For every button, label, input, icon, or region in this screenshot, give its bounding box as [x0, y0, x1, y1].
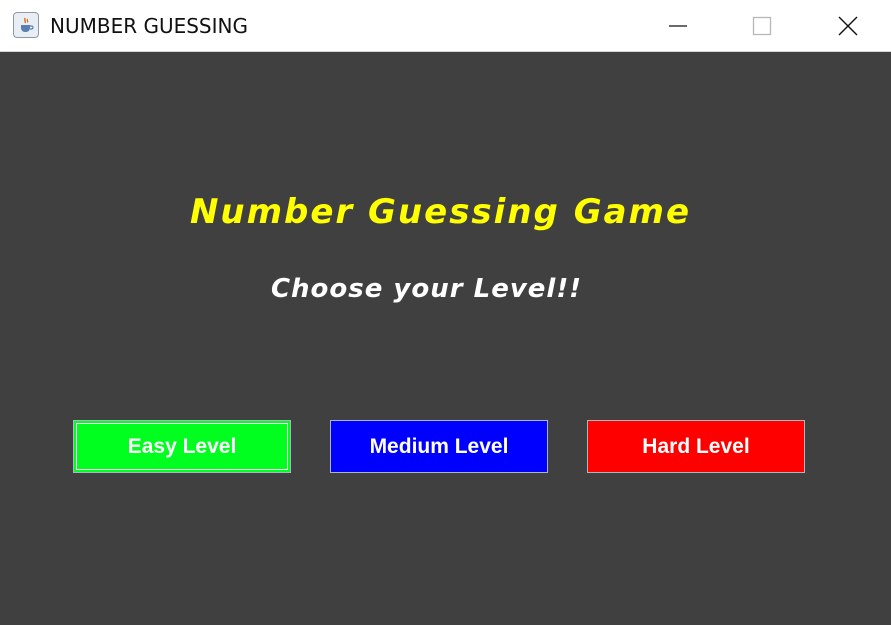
hard-level-button[interactable]: Hard Level: [587, 420, 805, 473]
easy-level-button[interactable]: Easy Level: [73, 420, 291, 473]
minimize-button[interactable]: [650, 0, 706, 52]
java-cup-icon[interactable]: [13, 12, 39, 38]
minimize-icon: [669, 25, 687, 27]
title-bar[interactable]: NUMBER GUESSING: [0, 0, 891, 52]
window-title: NUMBER GUESSING: [50, 14, 248, 38]
app-window: NUMBER GUESSING Number Guessing Game Cho…: [0, 0, 891, 625]
maximize-button[interactable]: [734, 0, 790, 52]
close-icon: [838, 16, 858, 36]
close-button[interactable]: [820, 0, 876, 52]
medium-level-button[interactable]: Medium Level: [330, 420, 548, 473]
maximize-icon: [752, 16, 772, 36]
game-title: Number Guessing Game: [189, 192, 692, 232]
level-prompt: Choose your Level!!: [270, 274, 583, 304]
game-panel: Number Guessing Game Choose your Level!!…: [0, 52, 891, 625]
